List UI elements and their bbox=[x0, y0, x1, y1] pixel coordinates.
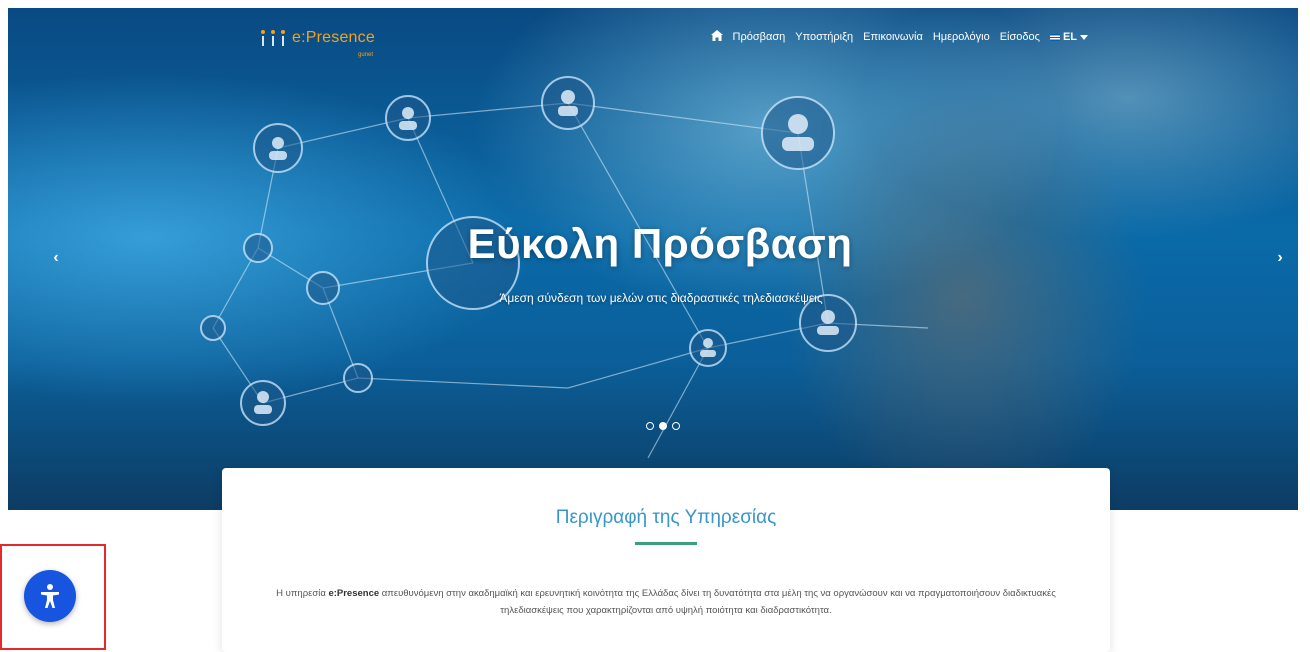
logo-text: e:Presence bbox=[292, 29, 375, 46]
nav-item-support[interactable]: Υποστήριξη bbox=[795, 31, 853, 43]
description-part-2: απευθυνόμενη στην ακαδημαϊκή και ερευνητ… bbox=[379, 588, 1056, 616]
service-name: e:Presence bbox=[328, 588, 380, 599]
hero-subtitle: Άμεση σύνδεση των μελών στις διαδραστικέ… bbox=[499, 291, 823, 305]
home-icon[interactable] bbox=[710, 30, 723, 44]
carousel-dot-1[interactable] bbox=[646, 422, 654, 430]
accessibility-button[interactable] bbox=[24, 570, 76, 622]
nav-item-access[interactable]: Πρόσβαση bbox=[733, 31, 786, 43]
site-header: e:Presence gunet Πρόσβαση Υποστήριξη Επι… bbox=[8, 8, 1298, 64]
description-part-1: Η υπηρεσία bbox=[276, 588, 329, 599]
language-label: EL bbox=[1062, 31, 1077, 43]
nav-item-login[interactable]: Είσοδος bbox=[1000, 31, 1040, 43]
carousel-dot-2[interactable] bbox=[659, 422, 667, 430]
hero-title: Εύκολη Πρόσβαση bbox=[467, 220, 853, 267]
nav-item-calendar[interactable]: Ημερολόγιο bbox=[933, 31, 990, 43]
logo-subtext: gunet bbox=[358, 52, 374, 58]
carousel-indicators bbox=[646, 422, 680, 430]
nav-item-contact[interactable]: Επικοινωνία bbox=[863, 31, 923, 43]
title-underline bbox=[635, 542, 697, 545]
main-nav: Πρόσβαση Υποστήριξη Επικοινωνία Ημερολόγ… bbox=[710, 30, 1088, 44]
language-selector[interactable]: EL bbox=[1049, 31, 1088, 43]
carousel-dot-3[interactable] bbox=[672, 422, 680, 430]
service-description-card: Περιγραφή της Υπηρεσίας Η υπηρεσία e:Pre… bbox=[222, 468, 1110, 652]
logo[interactable]: e:Presence gunet bbox=[260, 22, 375, 58]
greek-flag-icon bbox=[1049, 33, 1060, 41]
service-description-text: Η υπηρεσία e:Presence απευθυνόμενη στην … bbox=[262, 585, 1070, 619]
caret-down-icon bbox=[1080, 34, 1088, 40]
section-title: Περιγραφή της Υπηρεσίας bbox=[555, 507, 777, 528]
logo-figures-icon bbox=[260, 30, 286, 46]
accessibility-icon bbox=[41, 584, 59, 608]
